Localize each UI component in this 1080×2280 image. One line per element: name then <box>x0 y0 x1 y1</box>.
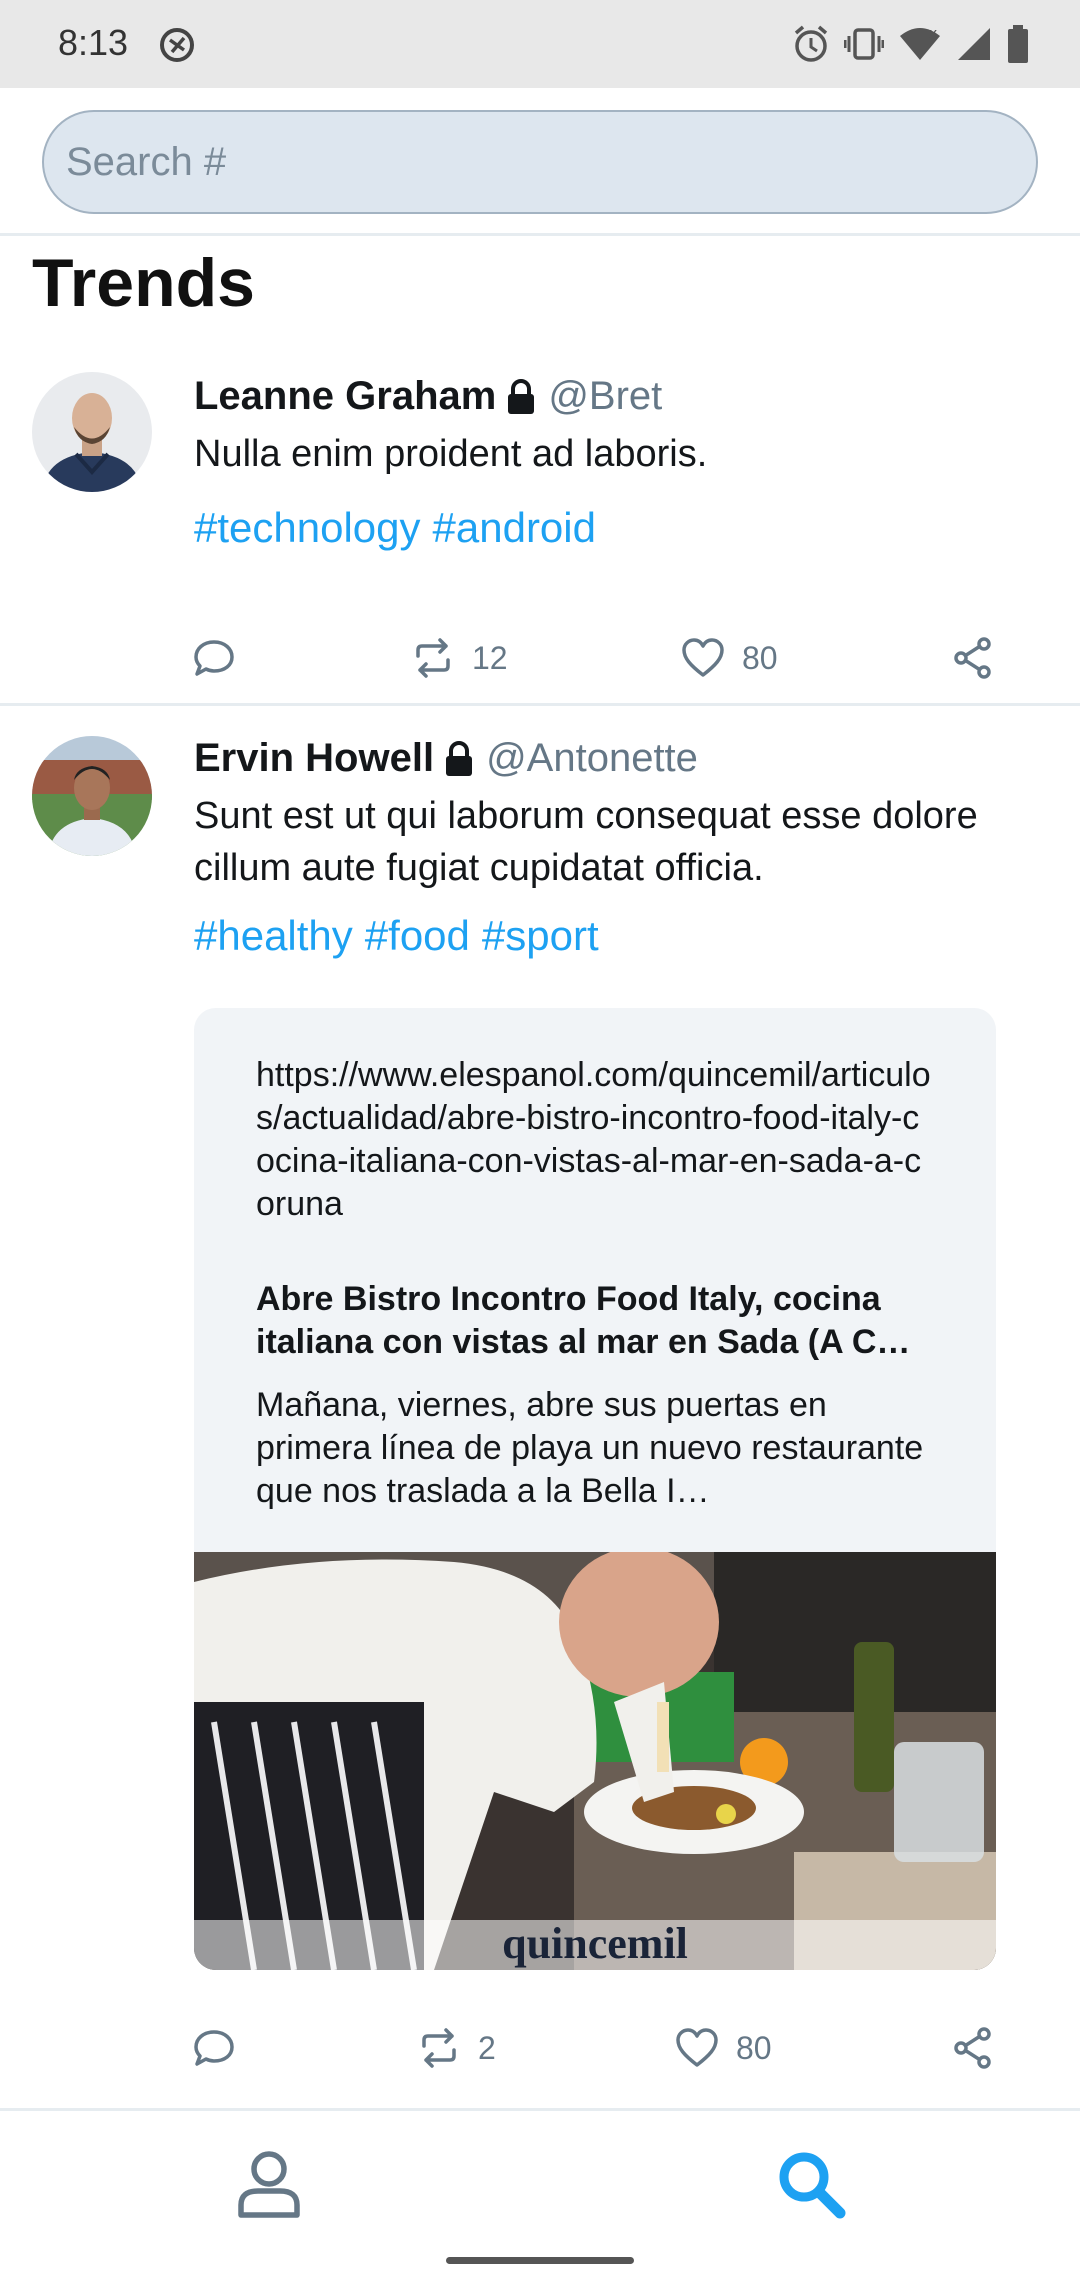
share-button[interactable] <box>952 2018 994 2078</box>
hashtag-list: #healthy #food #sport <box>194 912 611 960</box>
battery-icon <box>1008 25 1028 63</box>
avatar[interactable] <box>32 372 152 492</box>
no-disturb-icon <box>160 28 194 62</box>
retweet-button[interactable]: 12 <box>410 628 508 688</box>
tweet-actions: 12 80 <box>0 628 1080 688</box>
tweet-card[interactable]: Leanne Graham @Bret Nulla enim proident … <box>0 360 1080 702</box>
share-icon <box>954 2027 991 2069</box>
like-count: 80 <box>736 2029 772 2066</box>
retweet-button[interactable]: 2 <box>416 2018 496 2078</box>
user-handle[interactable]: @Bret <box>548 374 662 419</box>
retweet-icon <box>422 2028 456 2068</box>
watermark-text: quincemil <box>502 1919 688 1968</box>
status-bar: 8:13 x <box>0 0 1080 88</box>
tweet-text: Nulla enim proident ad laboris. <box>194 433 708 475</box>
hashtag-list: #technology #android <box>194 504 608 552</box>
hashtag[interactable]: #android <box>433 504 596 551</box>
link-title: Abre Bistro Incontro Food Italy, cocina … <box>256 1280 911 1361</box>
heart-icon <box>676 2028 718 2067</box>
nav-profile[interactable] <box>224 2139 314 2229</box>
status-icons: x <box>792 22 1030 66</box>
link-description: Mañana, viernes, abre sus puertas en pri… <box>256 1386 924 1510</box>
user-name[interactable]: Ervin Howell <box>194 736 434 781</box>
comment-icon <box>194 2030 234 2066</box>
share-icon <box>954 637 991 679</box>
user-handle[interactable]: @Antonette <box>486 736 698 781</box>
like-count: 80 <box>742 639 778 676</box>
retweet-count: 2 <box>478 2029 496 2066</box>
tweet-text: Sunt est ut qui laborum consequat esse d… <box>194 795 978 889</box>
search-bar <box>0 88 1080 236</box>
retweet-count: 12 <box>472 639 508 676</box>
like-button[interactable]: 80 <box>674 2018 772 2078</box>
share-button[interactable] <box>952 628 994 688</box>
home-indicator[interactable] <box>446 2257 634 2264</box>
hashtag[interactable]: #sport <box>482 912 599 959</box>
hashtag[interactable]: #healthy <box>194 912 353 959</box>
status-time: 8:13 <box>58 22 129 63</box>
link-url[interactable]: https://www.elespanol.com/quincemil/arti… <box>256 1054 936 1226</box>
reply-button[interactable] <box>192 2018 236 2078</box>
vibrate-icon <box>844 28 884 60</box>
reply-button[interactable] <box>192 628 236 688</box>
tweet-actions: 2 80 <box>0 2018 1080 2078</box>
search-input[interactable] <box>42 110 1038 214</box>
like-button[interactable]: 80 <box>680 628 778 688</box>
retweet-icon <box>416 638 450 678</box>
lock-icon <box>446 740 473 776</box>
profile-icon <box>238 2151 300 2218</box>
tweet-header: Leanne Graham @Bret <box>194 374 662 419</box>
wifi-icon: x <box>900 26 940 60</box>
comment-icon <box>194 640 234 676</box>
alarm-icon <box>794 25 828 62</box>
avatar[interactable] <box>32 736 152 856</box>
link-preview-card[interactable]: https://www.elespanol.com/quincemil/arti… <box>194 1008 996 1970</box>
page-title: Trends <box>32 245 255 321</box>
bottom-navigation <box>0 2108 1080 2280</box>
user-name[interactable]: Leanne Graham <box>194 374 496 419</box>
heart-icon <box>682 638 724 677</box>
lock-icon <box>508 378 535 414</box>
search-icon <box>779 2152 846 2219</box>
hashtag[interactable]: #food <box>365 912 470 959</box>
nav-search[interactable] <box>766 2139 856 2229</box>
tweet-header: Ervin Howell @Antonette <box>194 736 698 781</box>
link-preview-image[interactable]: quincemil <box>194 1552 996 1970</box>
signal-icon <box>958 28 990 60</box>
svg-text:x: x <box>929 26 937 42</box>
hashtag[interactable]: #technology <box>194 504 421 551</box>
